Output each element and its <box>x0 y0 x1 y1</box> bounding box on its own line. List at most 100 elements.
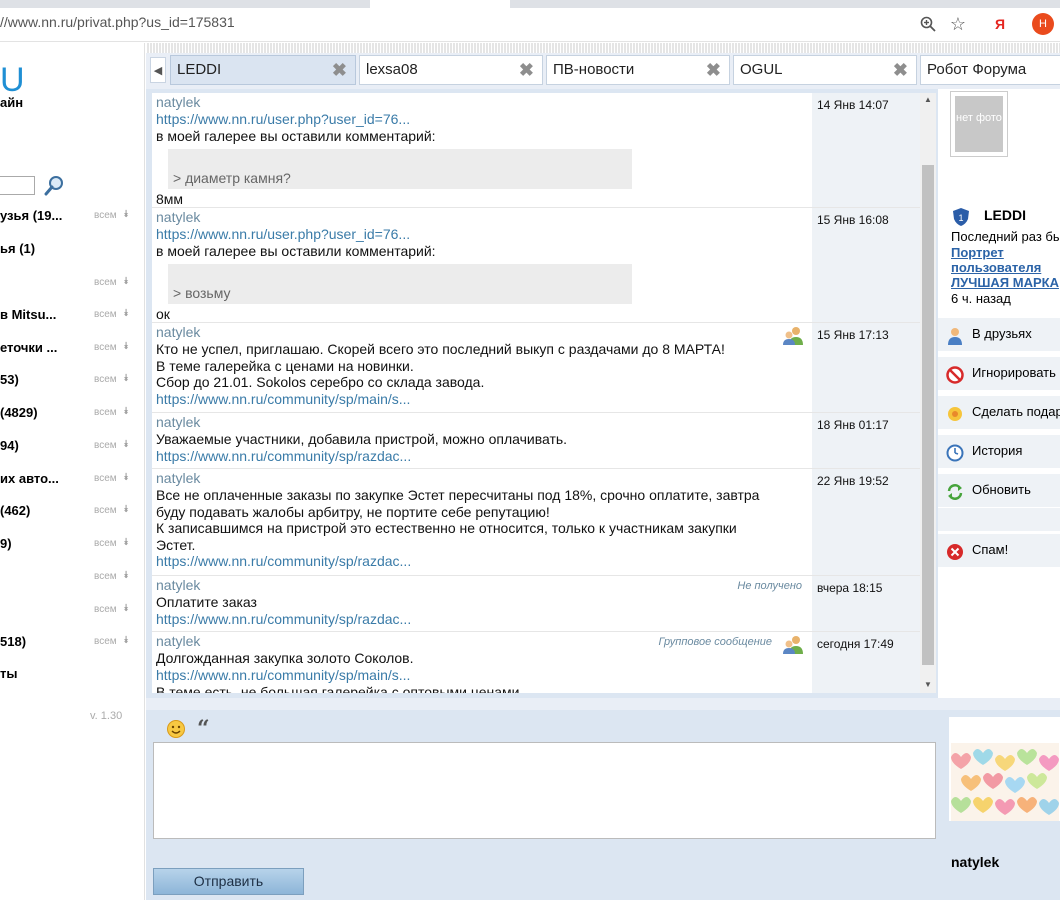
send-to-all-link[interactable]: всем <box>94 636 117 647</box>
send-to-all-link[interactable]: всем <box>94 538 117 549</box>
portrait-link[interactable]: Портрет пользователя ЛУЧШАЯ МАРКА <box>951 245 1059 290</box>
expand-arrow-icon[interactable]: ⯯ <box>123 439 129 450</box>
send-to-all-link[interactable]: всем <box>94 604 117 615</box>
scroll-down-icon[interactable]: ▼ <box>924 680 932 689</box>
message-author[interactable]: natylek <box>156 208 812 226</box>
tab-leddi[interactable]: LEDDI ✖ <box>170 55 356 85</box>
tabs-prev-arrow-icon[interactable]: ◀ <box>150 57 166 83</box>
scrollbar-thumb[interactable] <box>922 165 934 665</box>
sidebar-group-item[interactable]: в Mitsu... всем ⯯ <box>0 307 140 327</box>
sidebar-group-item[interactable]: (4829) всем ⯯ <box>0 405 140 425</box>
message-author[interactable]: natylek <box>156 576 812 594</box>
refresh-button[interactable]: Обновить <box>938 473 1060 507</box>
sidebar-group-item[interactable]: ья (1) <box>0 241 140 261</box>
send-to-all-link[interactable]: всем <box>94 440 117 451</box>
profile-avatar-icon[interactable]: H <box>1032 13 1054 35</box>
sidebar-group-item[interactable]: всем ⯯ <box>0 275 140 295</box>
avatar[interactable]: нет фото <box>950 91 1008 157</box>
ignore-button[interactable]: Игнорировать <box>938 356 1060 390</box>
expand-arrow-icon[interactable]: ⯯ <box>123 635 129 646</box>
sidebar-group-item[interactable]: всем ⯯ <box>0 569 140 589</box>
portrait-link-line[interactable]: пользователя <box>951 260 1059 275</box>
sidebar-group-item[interactable]: ты <box>0 666 140 686</box>
tab-robot-forum[interactable]: Робот Форума <box>920 55 1060 85</box>
message-link[interactable]: https://www.nn.ru/community/sp/razdac... <box>156 611 812 628</box>
history-button[interactable]: История <box>938 434 1060 468</box>
send-to-all-link[interactable]: всем <box>94 571 117 582</box>
tab-lexsa08[interactable]: lexsa08 ✖ <box>359 55 543 85</box>
send-to-all-link[interactable]: всем <box>94 407 117 418</box>
sidebar-group-item[interactable]: их авто... всем ⯯ <box>0 471 140 491</box>
send-to-all-link[interactable]: всем <box>94 374 117 385</box>
expand-arrow-icon[interactable]: ⯯ <box>123 276 129 287</box>
expand-arrow-icon[interactable]: ⯯ <box>123 472 129 483</box>
expand-arrow-icon[interactable]: ⯯ <box>123 504 129 515</box>
expand-arrow-icon[interactable]: ⯯ <box>123 308 129 319</box>
bookmark-star-icon[interactable]: ☆ <box>948 14 968 34</box>
sidebar-group-item[interactable]: 94) всем ⯯ <box>0 438 140 458</box>
expand-arrow-icon[interactable]: ⯯ <box>123 373 129 384</box>
message-link[interactable]: https://www.nn.ru/community/sp/main/s... <box>156 667 812 684</box>
message-link[interactable]: https://www.nn.ru/community/sp/razdac... <box>156 448 812 465</box>
message-link[interactable]: https://www.nn.ru/community/sp/razdac... <box>156 553 812 570</box>
sidebar-group-item[interactable]: всем ⯯ <box>0 602 140 622</box>
close-icon[interactable]: ✖ <box>519 60 534 81</box>
portrait-link-line[interactable]: Портрет <box>951 245 1059 260</box>
sender-avatar[interactable] <box>949 717 1060 821</box>
close-icon[interactable]: ✖ <box>332 60 347 81</box>
send-to-all-link[interactable]: всем <box>94 277 117 288</box>
friends-button[interactable]: В друзьях <box>938 317 1060 351</box>
sidebar-group-item[interactable]: 53) всем ⯯ <box>0 372 140 392</box>
expand-arrow-icon[interactable]: ⯯ <box>123 570 129 581</box>
yandex-icon[interactable]: Я <box>990 14 1010 34</box>
sidebar-search-input[interactable] <box>0 176 35 195</box>
gift-button[interactable]: Сделать подар <box>938 395 1060 429</box>
expand-arrow-icon[interactable]: ⯯ <box>123 603 129 614</box>
message-link[interactable]: https://www.nn.ru/user.php?user_id=76... <box>156 111 812 128</box>
send-button[interactable]: Отправить <box>153 868 304 895</box>
expand-arrow-icon[interactable]: ⯯ <box>123 537 129 548</box>
message-time: 14 Янв 14:07 <box>812 93 936 207</box>
send-to-all-link[interactable]: всем <box>94 342 117 353</box>
search-icon[interactable] <box>44 174 66 196</box>
expand-arrow-icon[interactable]: ⯯ <box>123 209 129 220</box>
tab-ogul[interactable]: OGUL ✖ <box>733 55 917 85</box>
scroll-up-icon[interactable]: ▲ <box>924 95 932 104</box>
browser-active-tab[interactable] <box>370 0 510 8</box>
message-author[interactable]: natylek <box>156 323 812 341</box>
message-author[interactable]: natylek <box>156 93 812 111</box>
site-logo-subtitle: айн <box>0 95 24 110</box>
zoom-icon[interactable] <box>918 14 938 34</box>
sidebar-group-item[interactable]: еточки ... всем ⯯ <box>0 340 140 360</box>
message-author[interactable]: natylek <box>156 469 812 487</box>
expand-arrow-icon[interactable]: ⯯ <box>123 406 129 417</box>
send-to-all-link[interactable]: всем <box>94 210 117 221</box>
message-input[interactable] <box>153 742 936 839</box>
sidebar-group-item[interactable]: 9) всем ⯯ <box>0 536 140 556</box>
send-to-all-link[interactable]: всем <box>94 473 117 484</box>
message-scrollbar[interactable]: ▲ ▼ <box>920 93 936 693</box>
message-author[interactable]: natylek <box>156 413 812 431</box>
sidebar-group-item[interactable]: узья (19... всем ⯯ <box>0 208 140 228</box>
message-text: Оплатите заказ <box>156 594 257 610</box>
sidebar-group-item[interactable]: (462) всем ⯯ <box>0 503 140 523</box>
portrait-link-line[interactable]: ЛУЧШАЯ МАРКА <box>951 275 1059 290</box>
sidebar-group-label: (4829) <box>0 405 38 420</box>
tab-pv-news[interactable]: ПВ-новости ✖ <box>546 55 730 85</box>
quote-icon[interactable]: “ <box>197 716 210 742</box>
send-to-all-link[interactable]: всем <box>94 505 117 516</box>
close-icon[interactable]: ✖ <box>893 60 908 81</box>
spam-button[interactable]: Спам! <box>938 533 1060 567</box>
message-link[interactable]: https://www.nn.ru/user.php?user_id=76... <box>156 226 812 243</box>
expand-arrow-icon[interactable]: ⯯ <box>123 341 129 352</box>
message-list[interactable]: natylek https://www.nn.ru/user.php?user_… <box>152 93 936 693</box>
close-icon[interactable]: ✖ <box>706 60 721 81</box>
tab-label: lexsa08 <box>366 61 418 78</box>
sidebar-group-item[interactable]: 518) всем ⯯ <box>0 634 140 654</box>
message-item: natylek Все не оплаченные заказы по заку… <box>152 469 936 576</box>
message-quote: > возьму <box>168 263 632 304</box>
smiley-icon[interactable] <box>166 719 186 739</box>
send-to-all-link[interactable]: всем <box>94 309 117 320</box>
message-link[interactable]: https://www.nn.ru/community/sp/main/s... <box>156 391 812 408</box>
address-bar[interactable]: //www.nn.ru/privat.php?us_id=175831 <box>0 14 235 30</box>
